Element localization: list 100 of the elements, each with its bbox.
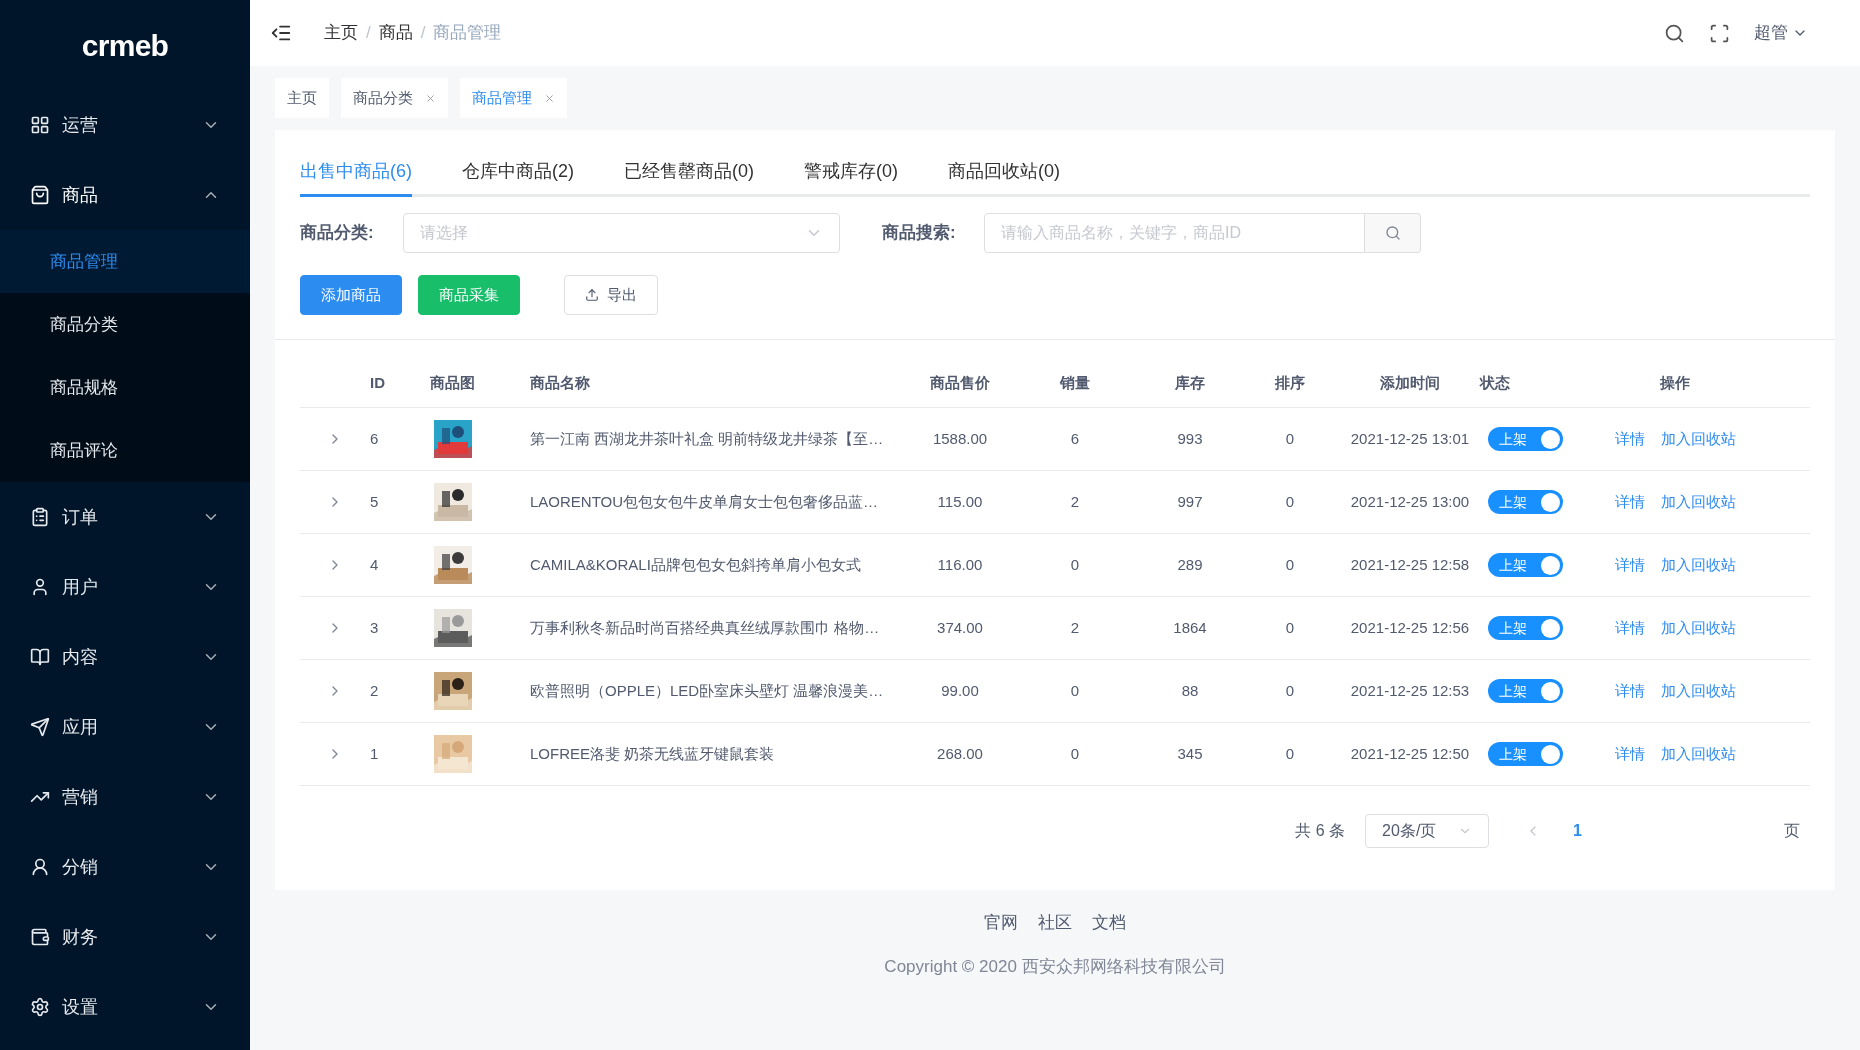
menu-item[interactable]: 运营 [0, 90, 250, 160]
page-number[interactable]: 1 [1561, 819, 1594, 843]
table-cell-text: 0 [1070, 680, 1080, 701]
action-link[interactable]: 详情 [1614, 679, 1645, 703]
column-header: 排序 [1275, 373, 1305, 394]
tab[interactable]: 仓库中商品(2) [462, 158, 574, 197]
upload-icon [585, 288, 599, 302]
table-cell-text: 4 [370, 554, 380, 575]
table-cell-text: 2 [1070, 617, 1080, 638]
table-cell-text: 374.00 [937, 617, 983, 638]
action-link[interactable]: 详情 [1614, 427, 1645, 451]
action-link[interactable]: 详情 [1614, 616, 1645, 640]
copyright: Copyright © 2020 西安众邦网络科技有限公司 [884, 955, 1226, 978]
total-count: 共 6 条 [1295, 821, 1346, 841]
close-icon[interactable] [544, 92, 555, 104]
table-cell-text: 2021-12-25 13:00 [1350, 491, 1470, 512]
action-link[interactable]: 加入回收站 [1660, 679, 1736, 703]
submenu-item[interactable]: 商品评论 [0, 419, 250, 482]
action-button[interactable]: 添加商品 [300, 275, 402, 315]
table-cell-text: 5 [370, 491, 380, 512]
menu-item[interactable]: 财务 [0, 902, 250, 972]
export-button[interactable]: 导出 [564, 275, 658, 315]
action-link[interactable]: 加入回收站 [1660, 427, 1736, 451]
submenu-item[interactable]: 商品管理 [0, 230, 250, 293]
table-cell-text: 88 [1181, 680, 1199, 701]
action-link[interactable]: 详情 [1614, 553, 1645, 577]
breadcrumb-separator: / [366, 22, 371, 45]
menu-item[interactable]: 应用 [0, 692, 250, 762]
table-cell-text: 268.00 [937, 743, 983, 764]
field-label: 商品分类: [300, 222, 375, 245]
menu-item[interactable]: 用户 [0, 552, 250, 622]
action-link[interactable]: 加入回收站 [1660, 742, 1736, 766]
table-cell-text: 115.00 [937, 491, 983, 512]
table-cell-text: 1588.00 [932, 428, 988, 449]
product-name: 欧普照明（OPPLE）LED卧室床头壁灯 温馨浪漫美… [530, 680, 885, 701]
submenu-item[interactable]: 商品规格 [0, 356, 250, 419]
clipboard-icon [30, 507, 50, 527]
column-header: 添加时间 [1380, 373, 1440, 394]
page-tab[interactable]: 主页 [275, 78, 329, 118]
logo: crmeb [81, 27, 169, 64]
column-header: 库存 [1175, 373, 1205, 394]
table-cell-text: 289 [1177, 554, 1203, 575]
footer-link[interactable]: 文档 [1092, 910, 1126, 936]
table-cell-text: 99.00 [941, 680, 979, 701]
search-icon [1384, 225, 1401, 241]
breadcrumb[interactable]: 商品 [378, 20, 413, 46]
page-tab[interactable]: 商品管理 [460, 78, 567, 118]
tab[interactable]: 警戒库存(0) [804, 158, 898, 197]
menu-item[interactable]: 分销 [0, 832, 250, 902]
page-size-select[interactable]: 20条/页 [1365, 814, 1490, 848]
action-link[interactable]: 加入回收站 [1660, 490, 1736, 514]
product-name: LAORENTOU包包女包牛皮单肩女士包包奢侈品蓝… [530, 491, 880, 512]
page-tab[interactable]: 商品分类 [341, 78, 448, 118]
table-cell-text: 6 [1070, 428, 1080, 449]
menu-item[interactable]: 内容 [0, 622, 250, 692]
tab[interactable]: 商品回收站(0) [948, 158, 1060, 197]
table-cell-text: 2 [1070, 491, 1080, 512]
action-link[interactable]: 加入回收站 [1660, 553, 1736, 577]
table-cell-text: 0 [1070, 554, 1080, 575]
breadcrumb[interactable]: 主页 [324, 20, 358, 46]
menu-item[interactable]: 设置 [0, 972, 250, 1042]
column-header: 销量 [1060, 373, 1090, 394]
column-header: 状态 [1480, 373, 1511, 394]
breadcrumb: 商品管理 [433, 22, 502, 45]
table-cell-text: 0 [1285, 617, 1295, 638]
table-cell-text: 3 [370, 617, 380, 638]
product-name: 万事利秋冬新品时尚百搭经典真丝绒厚款围巾 格物… [530, 617, 881, 638]
table-cell-text: 2 [370, 680, 380, 701]
menu-item[interactable]: 商品 [0, 160, 250, 230]
close-icon[interactable] [425, 92, 436, 104]
column-header: 商品售价 [930, 373, 990, 394]
table-cell-text: 0 [1285, 554, 1295, 575]
submenu-item[interactable]: 商品分类 [0, 293, 250, 356]
table-cell-text: 2021-12-25 13:01 [1350, 428, 1470, 449]
action-link[interactable]: 详情 [1614, 742, 1645, 766]
fullscreen-icon[interactable] [1709, 22, 1730, 44]
breadcrumb-separator: / [420, 22, 426, 45]
tab[interactable]: 已经售罄商品(0) [624, 158, 754, 197]
column-header: 操作 [1660, 373, 1690, 394]
page-label: 页 [1784, 821, 1800, 841]
menu-item[interactable]: 营销 [0, 762, 250, 832]
menu-item[interactable]: 订单 [0, 482, 250, 552]
table-cell-text: 1864 [1173, 617, 1207, 638]
table-cell-text: 1 [370, 743, 380, 764]
footer-link[interactable]: 官网 [984, 910, 1018, 936]
action-link[interactable]: 详情 [1614, 490, 1645, 514]
search-field[interactable]: 请输入商品名称，关键字，商品ID [984, 213, 1365, 253]
product-name: LOFREE洛斐 奶茶无线蓝牙键鼠套装 [530, 743, 776, 764]
action-link[interactable]: 加入回收站 [1660, 616, 1736, 640]
search-icon[interactable] [1664, 22, 1685, 44]
paper-plane-icon [30, 717, 50, 737]
table-cell-text: 2021-12-25 12:56 [1350, 617, 1470, 638]
product-name: CAMILA&KORALI品牌包包女包斜挎单肩小包女式 [530, 554, 862, 575]
user-menu[interactable]: 超管 [1754, 20, 1808, 46]
wallet-icon [30, 927, 50, 947]
footer-link[interactable]: 社区 [1038, 910, 1072, 936]
table-cell-text: 2021-12-25 12:53 [1350, 680, 1470, 701]
tab[interactable]: 出售中商品(6) [300, 158, 412, 197]
person-icon [30, 857, 50, 877]
book-icon [30, 647, 50, 667]
